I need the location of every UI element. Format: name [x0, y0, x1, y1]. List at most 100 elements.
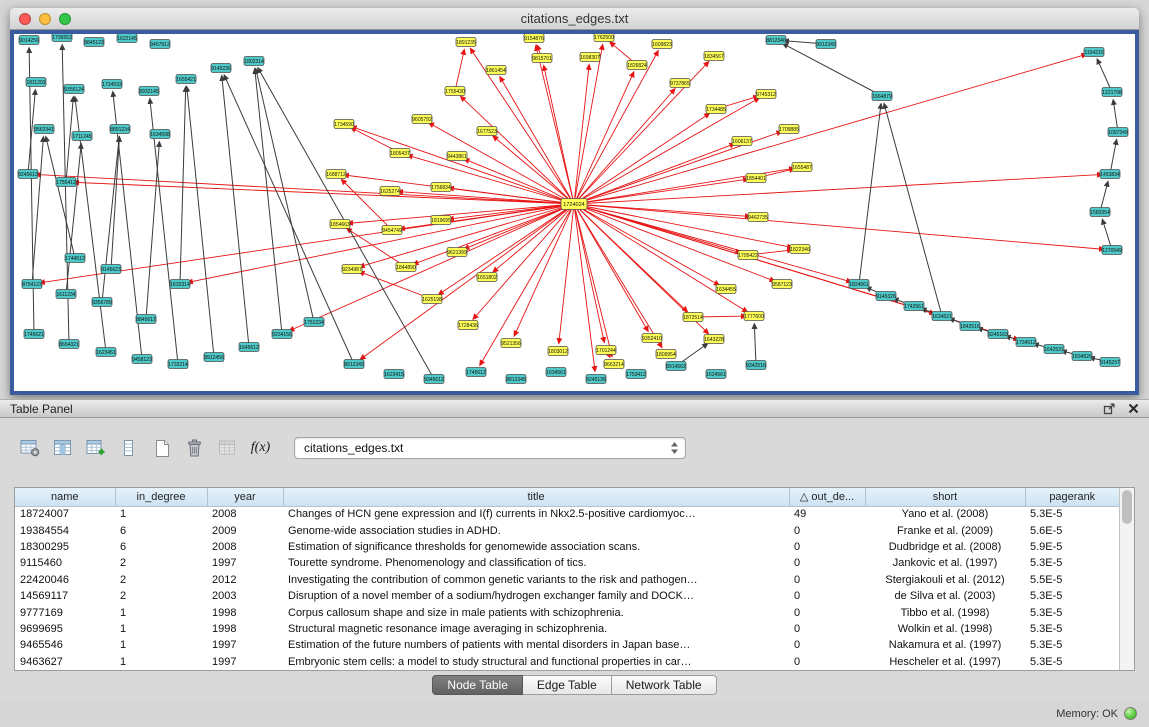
- graph-node[interactable]: 1834526: [1072, 352, 1092, 361]
- graph-node[interactable]: 9234156: [272, 330, 292, 339]
- graph-node[interactable]: 1734590: [334, 120, 354, 129]
- graph-node[interactable]: 9737865: [670, 79, 690, 88]
- graph-node[interactable]: 1634521: [932, 312, 952, 321]
- table-row[interactable]: 946362711997Embryonic stem cells: a mode…: [15, 654, 1119, 670]
- graph-node[interactable]: 1736552: [52, 34, 72, 42]
- graph-node[interactable]: 1623415: [384, 370, 404, 379]
- graph-node[interactable]: 9454749: [382, 226, 402, 235]
- tab-node-table[interactable]: Node Table: [432, 675, 523, 695]
- graph-node[interactable]: 1632314: [170, 280, 190, 289]
- graph-node[interactable]: 1677523: [477, 127, 497, 136]
- graph-node[interactable]: 1809954: [656, 350, 676, 359]
- graph-edge[interactable]: [150, 103, 178, 364]
- graph-node[interactable]: 1611234: [56, 290, 76, 299]
- column-header[interactable]: short: [865, 488, 1025, 506]
- column-header[interactable]: pagerank: [1025, 488, 1119, 506]
- graph-node[interactable]: 1802314: [244, 57, 264, 66]
- import-table-button[interactable]: [214, 435, 241, 461]
- column-header[interactable]: name: [15, 488, 115, 506]
- graph-edge[interactable]: [787, 46, 882, 96]
- graph-edge[interactable]: [257, 73, 314, 322]
- graph-node[interactable]: 1891235: [456, 38, 476, 47]
- graph-node[interactable]: 9443861: [447, 152, 467, 161]
- graph-node[interactable]: 8812345: [506, 375, 526, 384]
- graph-edge[interactable]: [859, 108, 881, 284]
- graph-node[interactable]: 9145326: [876, 292, 896, 301]
- network-view[interactable]: 1724024180301295213561728436162519818448…: [10, 30, 1139, 395]
- tab-network-table[interactable]: Network Table: [612, 675, 717, 695]
- graph-node[interactable]: 1854401: [746, 174, 766, 183]
- graph-node[interactable]: 1745612: [466, 368, 486, 377]
- graph-edge[interactable]: [222, 80, 249, 347]
- close-panel-button[interactable]: [1128, 403, 1139, 414]
- graph-node[interactable]: 1583354: [1090, 208, 1110, 217]
- graph-node[interactable]: 9145236: [211, 64, 231, 73]
- graph-node[interactable]: 8932145: [139, 87, 159, 96]
- table-mode-button[interactable]: [16, 435, 43, 461]
- citation-edge[interactable]: [44, 204, 574, 282]
- graph-node[interactable]: 1688712: [326, 170, 346, 179]
- citation-edge[interactable]: [40, 175, 574, 204]
- graph-node[interactable]: 1711245: [72, 132, 92, 141]
- citation-edge[interactable]: [455, 54, 463, 91]
- graph-node[interactable]: 1734512: [1016, 338, 1036, 347]
- network-canvas-svg[interactable]: 1724024180301295213561728436162519818448…: [14, 34, 1135, 391]
- graph-node[interactable]: 1744512: [65, 254, 85, 263]
- float-panel-button[interactable]: [1103, 402, 1116, 415]
- delete-button[interactable]: [181, 435, 208, 461]
- graph-node[interactable]: 1622145: [117, 34, 137, 43]
- graph-node[interactable]: 9014256: [19, 36, 39, 45]
- graph-node[interactable]: 1625198: [422, 295, 442, 304]
- graph-node[interactable]: 1270549: [1102, 246, 1122, 255]
- tab-edge-table[interactable]: Edge Table: [523, 675, 612, 695]
- graph-node[interactable]: 1803012: [548, 347, 568, 356]
- table-row[interactable]: 1456911722003Disruption of a novel membe…: [15, 588, 1119, 604]
- graph-node[interactable]: 1634455: [716, 285, 736, 294]
- window-titlebar[interactable]: citations_edges.txt: [10, 8, 1139, 30]
- graph-node[interactable]: 1728436: [458, 321, 478, 330]
- hub-node[interactable]: 1724024: [561, 199, 587, 210]
- citation-edge[interactable]: [574, 55, 1083, 204]
- table-row[interactable]: 977716911998Corpus callosum shape and si…: [15, 604, 1119, 620]
- scrollbar-thumb[interactable]: [1122, 490, 1132, 524]
- citation-edge[interactable]: [496, 139, 574, 204]
- show-columns-button[interactable]: [49, 435, 76, 461]
- graph-node[interactable]: 9145623: [101, 265, 121, 274]
- graph-node[interactable]: 9815701: [532, 54, 552, 63]
- column-header[interactable]: year: [207, 488, 283, 506]
- graph-node[interactable]: 9462735: [748, 213, 768, 222]
- graph-node[interactable]: 8812346: [766, 36, 786, 45]
- table-scrollbar[interactable]: [1119, 488, 1134, 670]
- citation-edge[interactable]: [574, 180, 744, 204]
- graph-node[interactable]: 9342516: [746, 361, 766, 370]
- graph-node[interactable]: 1811203: [26, 78, 46, 87]
- graph-node[interactable]: 1824561: [849, 280, 869, 289]
- citation-edge[interactable]: [574, 204, 611, 352]
- graph-node[interactable]: 1221798: [1102, 88, 1122, 97]
- graph-node[interactable]: 8845123: [84, 38, 104, 47]
- row-height-button[interactable]: [115, 435, 142, 461]
- graph-node[interactable]: 1709885: [779, 125, 799, 134]
- graph-node[interactable]: 1755430: [445, 87, 465, 96]
- graph-node[interactable]: 1664879: [872, 92, 892, 101]
- graph-edge[interactable]: [755, 328, 757, 365]
- graph-node[interactable]: 1834567: [704, 52, 724, 61]
- graph-node[interactable]: 9745312: [756, 90, 776, 99]
- citation-edge[interactable]: [559, 204, 574, 339]
- table-selector[interactable]: citations_edges.txt: [294, 437, 686, 459]
- graph-node[interactable]: 1655487: [792, 163, 812, 172]
- citation-edge[interactable]: [574, 145, 731, 204]
- zoom-window-button[interactable]: [59, 13, 71, 25]
- graph-node[interactable]: 1742561: [904, 302, 924, 311]
- graph-edge[interactable]: [47, 141, 75, 258]
- table-row[interactable]: 1830029562008Estimation of significance …: [15, 539, 1119, 555]
- graph-node[interactable]: 9352410: [642, 334, 662, 343]
- table-row[interactable]: 911546021997Tourette syndrome. Phenomeno…: [15, 555, 1119, 571]
- graph-node[interactable]: 1805437: [390, 149, 410, 158]
- graph-node[interactable]: 8914562: [666, 362, 686, 371]
- close-window-button[interactable]: [19, 13, 31, 25]
- graph-node[interactable]: 9621399: [447, 248, 467, 257]
- graph-edge[interactable]: [29, 52, 34, 334]
- graph-node[interactable]: 1795422: [738, 251, 758, 260]
- graph-node[interactable]: 9356124: [64, 85, 84, 94]
